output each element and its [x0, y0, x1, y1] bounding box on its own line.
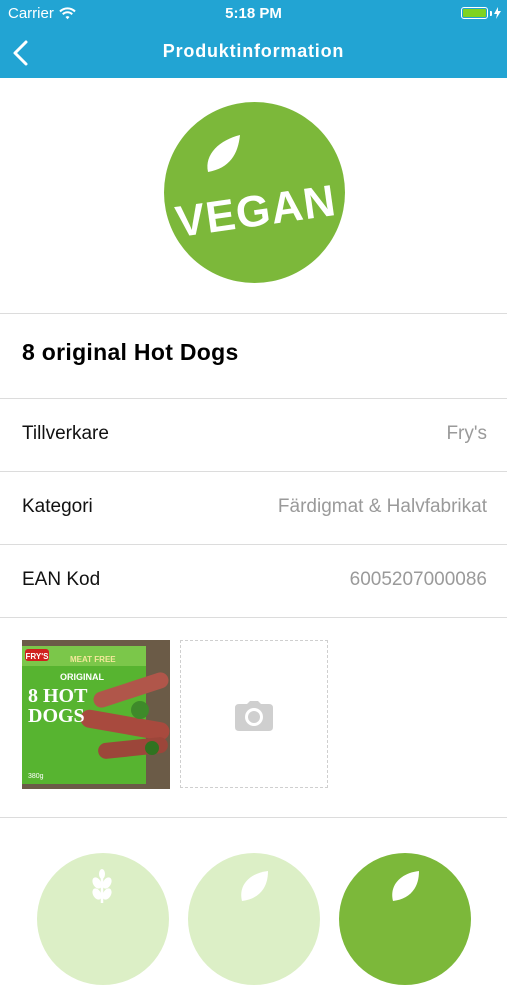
detail-value: 6005207000086 [349, 569, 487, 590]
leaf-icon [241, 871, 268, 901]
package-weight: 380g [28, 773, 44, 780]
product-name: 8 original Hot Dogs [22, 339, 239, 365]
battery-indicator [461, 7, 501, 19]
divider [0, 617, 507, 618]
page-title: Produktinformation [162, 41, 345, 61]
hero-section: VEGAN [0, 78, 507, 313]
status-bar: Carrier 5:18 PM [0, 0, 507, 28]
package-brand: FRY'S [26, 652, 50, 661]
wheat-icon [92, 869, 112, 903]
vegan-badge: VEGAN [164, 102, 345, 283]
camera-icon [235, 701, 273, 731]
package-line2: 8 HOT [28, 685, 88, 707]
detail-label: EAN Kod [22, 569, 101, 590]
divider [0, 313, 507, 314]
detail-row-manufacturer: Tillverkare Fry's [0, 399, 507, 471]
detail-label: Tillverkare [22, 423, 109, 444]
charging-icon [494, 7, 501, 19]
detail-row-ean: EAN Kod 6005207000086 [0, 545, 507, 617]
category-button-vegan[interactable] [339, 853, 471, 985]
detail-value: Fry's [446, 423, 487, 444]
add-photo-button[interactable] [180, 640, 328, 788]
category-button-grain[interactable] [37, 853, 169, 985]
detail-value: Färdigmat & Halvfabrikat [277, 496, 487, 517]
package-tag: MEAT FREE [70, 655, 116, 664]
product-package-image: FRY'S MEAT FREE ORIGINAL 8 HOT DOGS 380g [22, 640, 170, 789]
clock: 5:18 PM [225, 5, 282, 22]
detail-row-category: Kategori Färdigmat & Halvfabrikat [0, 472, 507, 544]
leaf-icon [392, 871, 419, 901]
category-button-vegetarian[interactable] [188, 853, 320, 985]
product-photo[interactable]: FRY'S MEAT FREE ORIGINAL 8 HOT DOGS 380g [22, 640, 170, 789]
battery-icon [461, 7, 488, 19]
detail-label: Kategori [22, 496, 93, 517]
package-line1: ORIGINAL [60, 672, 105, 682]
package-line3: DOGS [28, 705, 85, 727]
divider [0, 817, 507, 818]
navigation-bar: Produktinformation [0, 28, 507, 78]
